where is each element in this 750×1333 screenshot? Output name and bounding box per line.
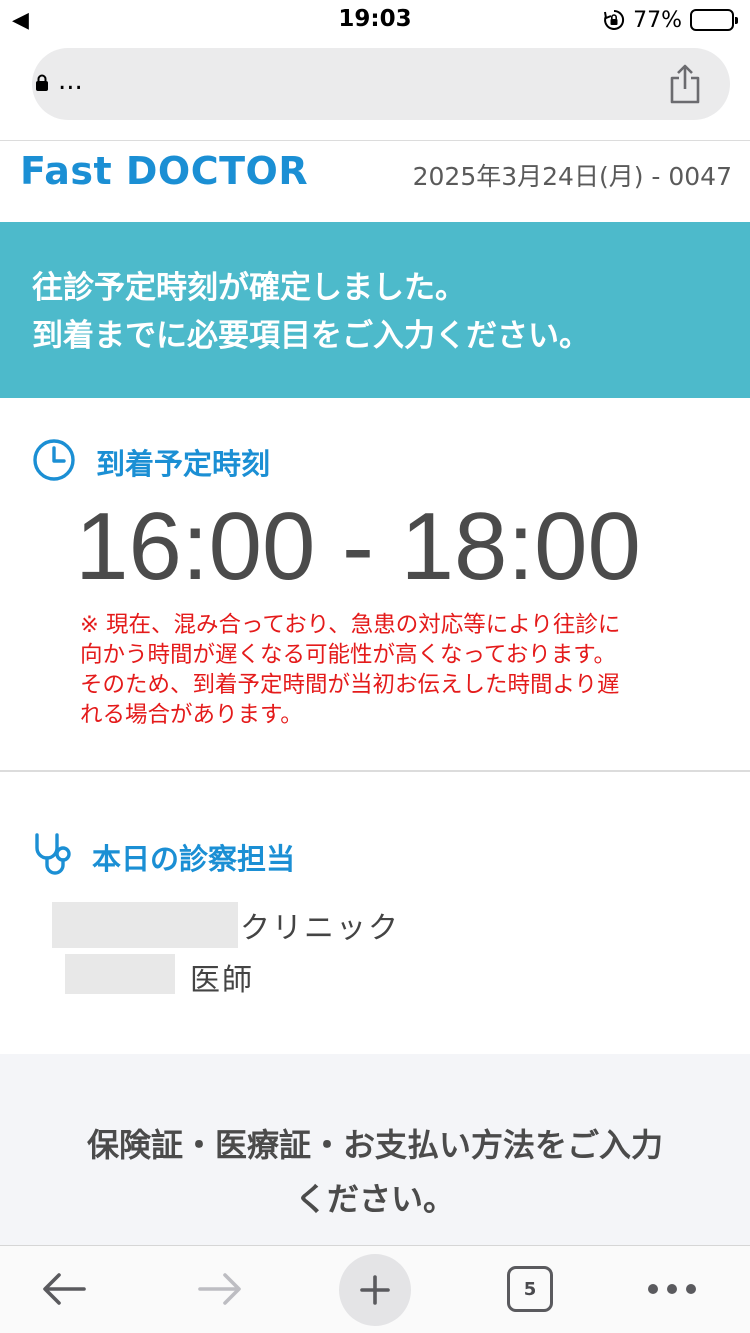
browser-page: ◀ 19:03 77% ... Fast DOCTOR 2025年3月24日(月…	[0, 0, 750, 1333]
redacted-doctor-name	[65, 954, 175, 994]
banner-line-2: 到着までに必要項目をご入力ください。	[32, 318, 590, 354]
browser-toolbar: 5	[0, 1245, 750, 1333]
status-bar: ◀ 19:03 77%	[0, 0, 750, 40]
confirmation-banner: 往診予定時刻が確定しました。 到着までに必要項目をご入力ください。	[0, 222, 750, 398]
doctor-title: 本日の診察担当	[92, 842, 296, 876]
notice-line: 向かう時間が遅くなる可能性が高くなっております。	[80, 642, 616, 668]
header-divider	[0, 140, 750, 141]
url-text[interactable]: ...	[58, 66, 83, 96]
doctor-suffix: 医師	[190, 963, 254, 998]
back-arrow-icon[interactable]	[40, 1270, 88, 1312]
section-divider	[0, 770, 750, 772]
insurance-heading-line-1: 保険証・医療証・お支払い方法をご入力	[86, 1126, 663, 1164]
banner-line-1: 往診予定時刻が確定しました。	[32, 270, 466, 306]
stethoscope-icon	[32, 832, 74, 882]
rotation-lock-icon	[603, 9, 625, 31]
battery-percent: 77%	[633, 7, 682, 33]
doctor-heading: 本日の診察担当	[32, 832, 296, 882]
arrival-heading: 到着予定時刻	[32, 438, 271, 486]
more-dot	[648, 1284, 658, 1294]
more-dot	[686, 1284, 696, 1294]
tabs-icon[interactable]: 5	[507, 1266, 553, 1312]
redacted-clinic-name	[52, 902, 238, 948]
order-date-id: 2025年3月24日(月) - 0047	[412, 162, 732, 191]
arrival-time-range: 16:00 - 18:00	[75, 493, 641, 600]
notice-line: そのため、到着予定時間が当初お伝えした時間より遅	[80, 672, 620, 698]
insurance-section: 保険証・医療証・お支払い方法をご入力 ください。	[0, 1054, 750, 1246]
share-icon[interactable]	[668, 64, 702, 108]
notice-line: れる場合があります。	[80, 702, 303, 728]
address-bar[interactable]: ...	[32, 48, 730, 120]
clock-icon	[32, 438, 76, 486]
more-icon[interactable]	[648, 1284, 696, 1294]
clinic-suffix: クリニック	[240, 911, 400, 946]
plus-icon	[360, 1275, 390, 1305]
arrival-title: 到着予定時刻	[96, 447, 271, 481]
more-dot	[667, 1284, 677, 1294]
battery-icon	[690, 9, 738, 31]
lock-icon	[35, 74, 49, 96]
insurance-heading-line-2: ください。	[294, 1180, 455, 1218]
status-right: 77%	[603, 6, 738, 34]
delay-notice: ※ 現在、混み合っており、急患の対応等により往診に 向かう時間が遅くなる可能性が…	[80, 610, 720, 730]
notice-line: ※ 現在、混み合っており、急患の対応等により往診に	[80, 612, 621, 638]
new-tab-button[interactable]	[339, 1254, 411, 1326]
brand-logo: Fast DOCTOR	[20, 149, 309, 193]
forward-arrow-icon[interactable]	[196, 1270, 244, 1312]
